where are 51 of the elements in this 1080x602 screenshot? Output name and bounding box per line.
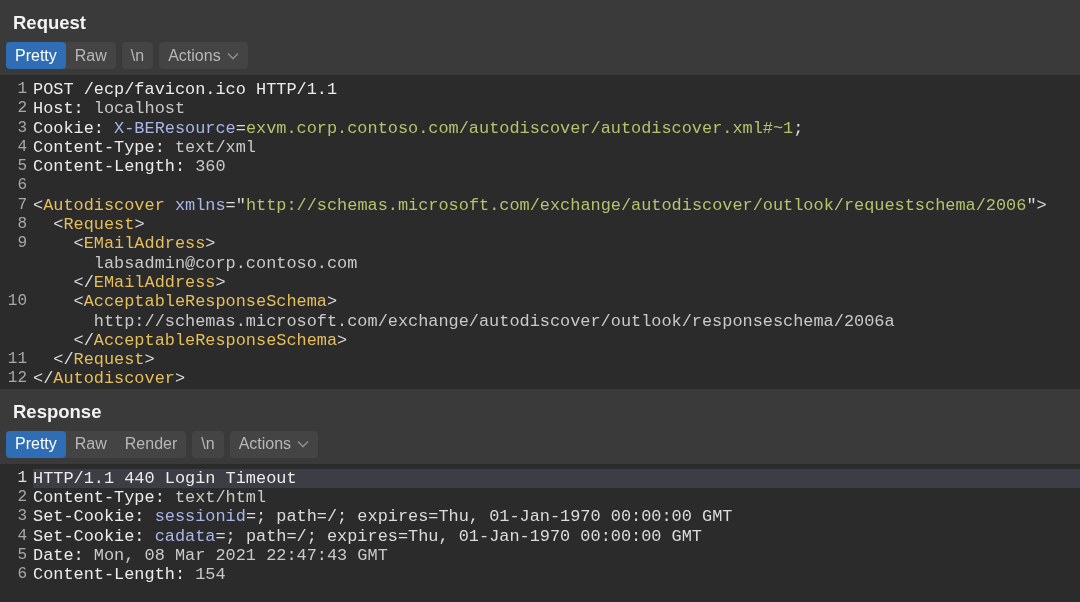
newline-toggle[interactable]: \n: [121, 42, 154, 69]
line-number: 3: [16, 507, 28, 527]
code-line: <AcceptableResponseSchema>: [72, 292, 339, 312]
line-number: 6: [16, 565, 28, 585]
code-line: Date: Mon, 08 Mar 2021 22:47:43 GMT: [33, 545, 389, 566]
code-line: Set-Cookie: sessionid=; path=/; expires=Thu, 01-Jan-1970 00:00:00 GMT: [33, 507, 734, 527]
line-number: 4: [16, 526, 28, 546]
line-number: 3: [16, 118, 28, 138]
view-tab[interactable]: Raw: [65, 42, 116, 69]
line-number: 10: [6, 292, 28, 312]
line-number: 2: [16, 99, 28, 119]
line-number: 12: [6, 369, 28, 389]
code-line: </EMailAddress>: [72, 272, 227, 293]
line-number: 5: [16, 157, 28, 177]
line-number: 2: [16, 488, 28, 508]
code-line: <Autodiscover xmlns="http://schemas.microsoft.com/exchange/autodiscover/outlook/requestschema/2006">: [33, 195, 1048, 216]
code-line: Cookie: X-BEResource=exvm.corp.contoso.com/autodiscover/autodiscover.xml#~1;: [33, 118, 805, 138]
code-line: Content-Type: text/html: [33, 488, 268, 508]
code-line: Content-Length: 154: [33, 565, 227, 585]
code-line: POST /ecp/favicon.ico HTTP/1.1: [33, 80, 339, 100]
code-line: </AcceptableResponseSchema>: [72, 330, 349, 351]
code-line: Content-Type: text/xml: [33, 137, 257, 158]
line-number: 11: [6, 350, 28, 370]
line-number: 8: [16, 215, 28, 235]
code-line: </Autodiscover>: [33, 369, 187, 389]
view-tab[interactable]: Pretty: [6, 42, 66, 69]
line-number: 9: [16, 234, 28, 254]
code-line: <Request>: [52, 215, 146, 235]
panel-title: Response: [12, 399, 103, 424]
code-line: labsadmin@corp.contoso.com: [92, 253, 359, 273]
code-line: Set-Cookie: cadata=; path=/; expires=Thu, 01-Jan-1970 00:00:00 GMT: [33, 526, 703, 546]
newline-toggle[interactable]: \n: [192, 430, 224, 458]
line-number: 1: [16, 80, 28, 100]
code-line: <EMailAddress>: [72, 234, 217, 254]
chevron-icon: [297, 440, 310, 449]
actions-dropdown[interactable]: Actions: [159, 42, 248, 69]
code-line: http://schemas.microsoft.com/exchange/autodiscover/outlook/responseschema/2006a: [92, 311, 896, 331]
chevron-icon: [226, 51, 239, 60]
view-tab[interactable]: Pretty: [6, 430, 66, 458]
view-tab[interactable]: Render: [115, 430, 187, 458]
code-line: Content-Length: 360: [33, 157, 227, 177]
code-line: </Request>: [52, 350, 156, 370]
line-number: 4: [16, 137, 28, 158]
code-line: Host: localhost: [33, 99, 187, 119]
line-number: 6: [16, 176, 28, 196]
actions-dropdown[interactable]: Actions: [229, 430, 319, 458]
view-tab[interactable]: Raw: [65, 430, 116, 458]
line-number: 7: [16, 195, 28, 216]
line-number: 1: [16, 468, 28, 489]
panel-title: Request: [12, 11, 87, 35]
line-number: 5: [16, 545, 28, 566]
